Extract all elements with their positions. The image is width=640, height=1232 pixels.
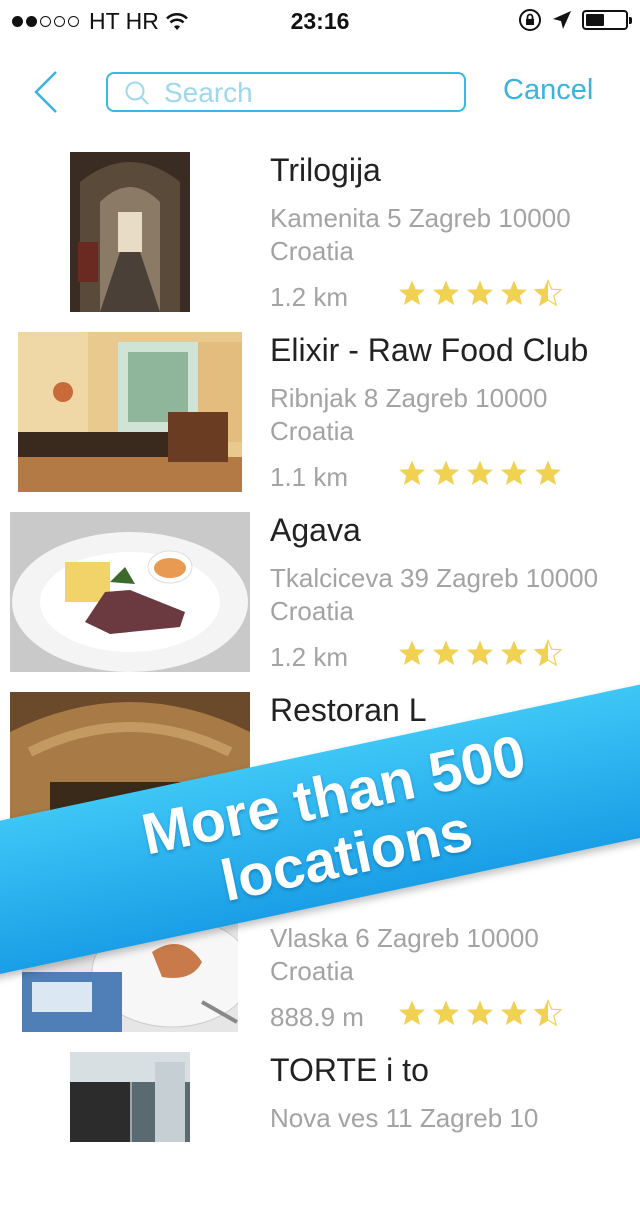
list-item[interactable]: Elixir - Raw Food Club Ribnjak 8 Zagreb … xyxy=(0,332,640,512)
location-address: Nova ves 11 Zagreb 10 xyxy=(270,1103,539,1133)
cancel-button[interactable]: Cancel xyxy=(503,74,593,107)
location-address: Ribnjak 8 Zagreb 10000 Croatia xyxy=(270,383,548,446)
star-icon xyxy=(433,280,459,305)
location-photo xyxy=(70,1052,190,1142)
back-chevron-icon[interactable] xyxy=(30,70,70,114)
star-icon xyxy=(467,280,493,305)
location-name: Elixir - Raw Food Club xyxy=(270,332,589,368)
location-distance: 1.2 km xyxy=(270,282,349,312)
battery-icon xyxy=(582,10,632,30)
star-icon xyxy=(501,640,527,665)
location-arrow-icon xyxy=(553,11,571,29)
location-photo xyxy=(18,332,242,492)
location-name: Restoran L xyxy=(270,692,427,728)
location-address: Tkalciceva 39 Zagreb 10000 Croatia xyxy=(270,563,599,626)
star-icon xyxy=(501,460,527,485)
location-name: Agava xyxy=(270,512,361,548)
star-icon xyxy=(433,640,459,665)
rating-stars xyxy=(398,639,562,667)
star-icon xyxy=(399,1000,425,1025)
star-icon xyxy=(467,1000,493,1025)
list-item[interactable]: Trilogija Kamenita 5 Zagreb 10000 Croati… xyxy=(0,152,640,332)
location-name: TORTE i to xyxy=(270,1052,429,1088)
star-icon xyxy=(467,460,493,485)
status-bar: HT HR 23:16 xyxy=(0,0,640,40)
location-distance: 888.9 m xyxy=(270,1002,364,1032)
star-icon xyxy=(534,999,562,1027)
rating-stars xyxy=(398,279,562,307)
star-icon xyxy=(535,460,561,485)
location-address: Kamenita 5 Zagreb 10000 Croatia xyxy=(270,203,571,266)
star-icon xyxy=(399,640,425,665)
location-distance: 1.1 km xyxy=(270,462,349,492)
star-icon xyxy=(399,460,425,485)
search-input[interactable] xyxy=(162,76,456,110)
star-icon xyxy=(399,280,425,305)
location-photo xyxy=(10,512,250,672)
star-icon xyxy=(501,280,527,305)
star-icon xyxy=(467,640,493,665)
rotation-lock-icon xyxy=(519,9,541,31)
location-address: Vlaska 6 Zagreb 10000 Croatia xyxy=(270,923,539,986)
search-icon xyxy=(125,81,149,105)
location-photo xyxy=(70,152,190,312)
star-icon xyxy=(433,1000,459,1025)
list-item[interactable]: Agava Tkalciceva 39 Zagreb 10000 Croatia… xyxy=(0,512,640,692)
rating-stars xyxy=(398,999,562,1027)
navigation-bar: Cancel xyxy=(0,40,640,140)
star-icon xyxy=(501,1000,527,1025)
star-icon xyxy=(433,460,459,485)
star-icon xyxy=(534,279,562,307)
rating-stars xyxy=(398,459,562,487)
search-field[interactable] xyxy=(106,72,466,112)
location-name: Trilogija xyxy=(270,152,381,188)
list-item[interactable]: TORTE i to Nova ves 11 Zagreb 10 xyxy=(0,1052,640,1232)
location-distance: 1.2 km xyxy=(270,642,349,672)
star-icon xyxy=(534,639,562,667)
